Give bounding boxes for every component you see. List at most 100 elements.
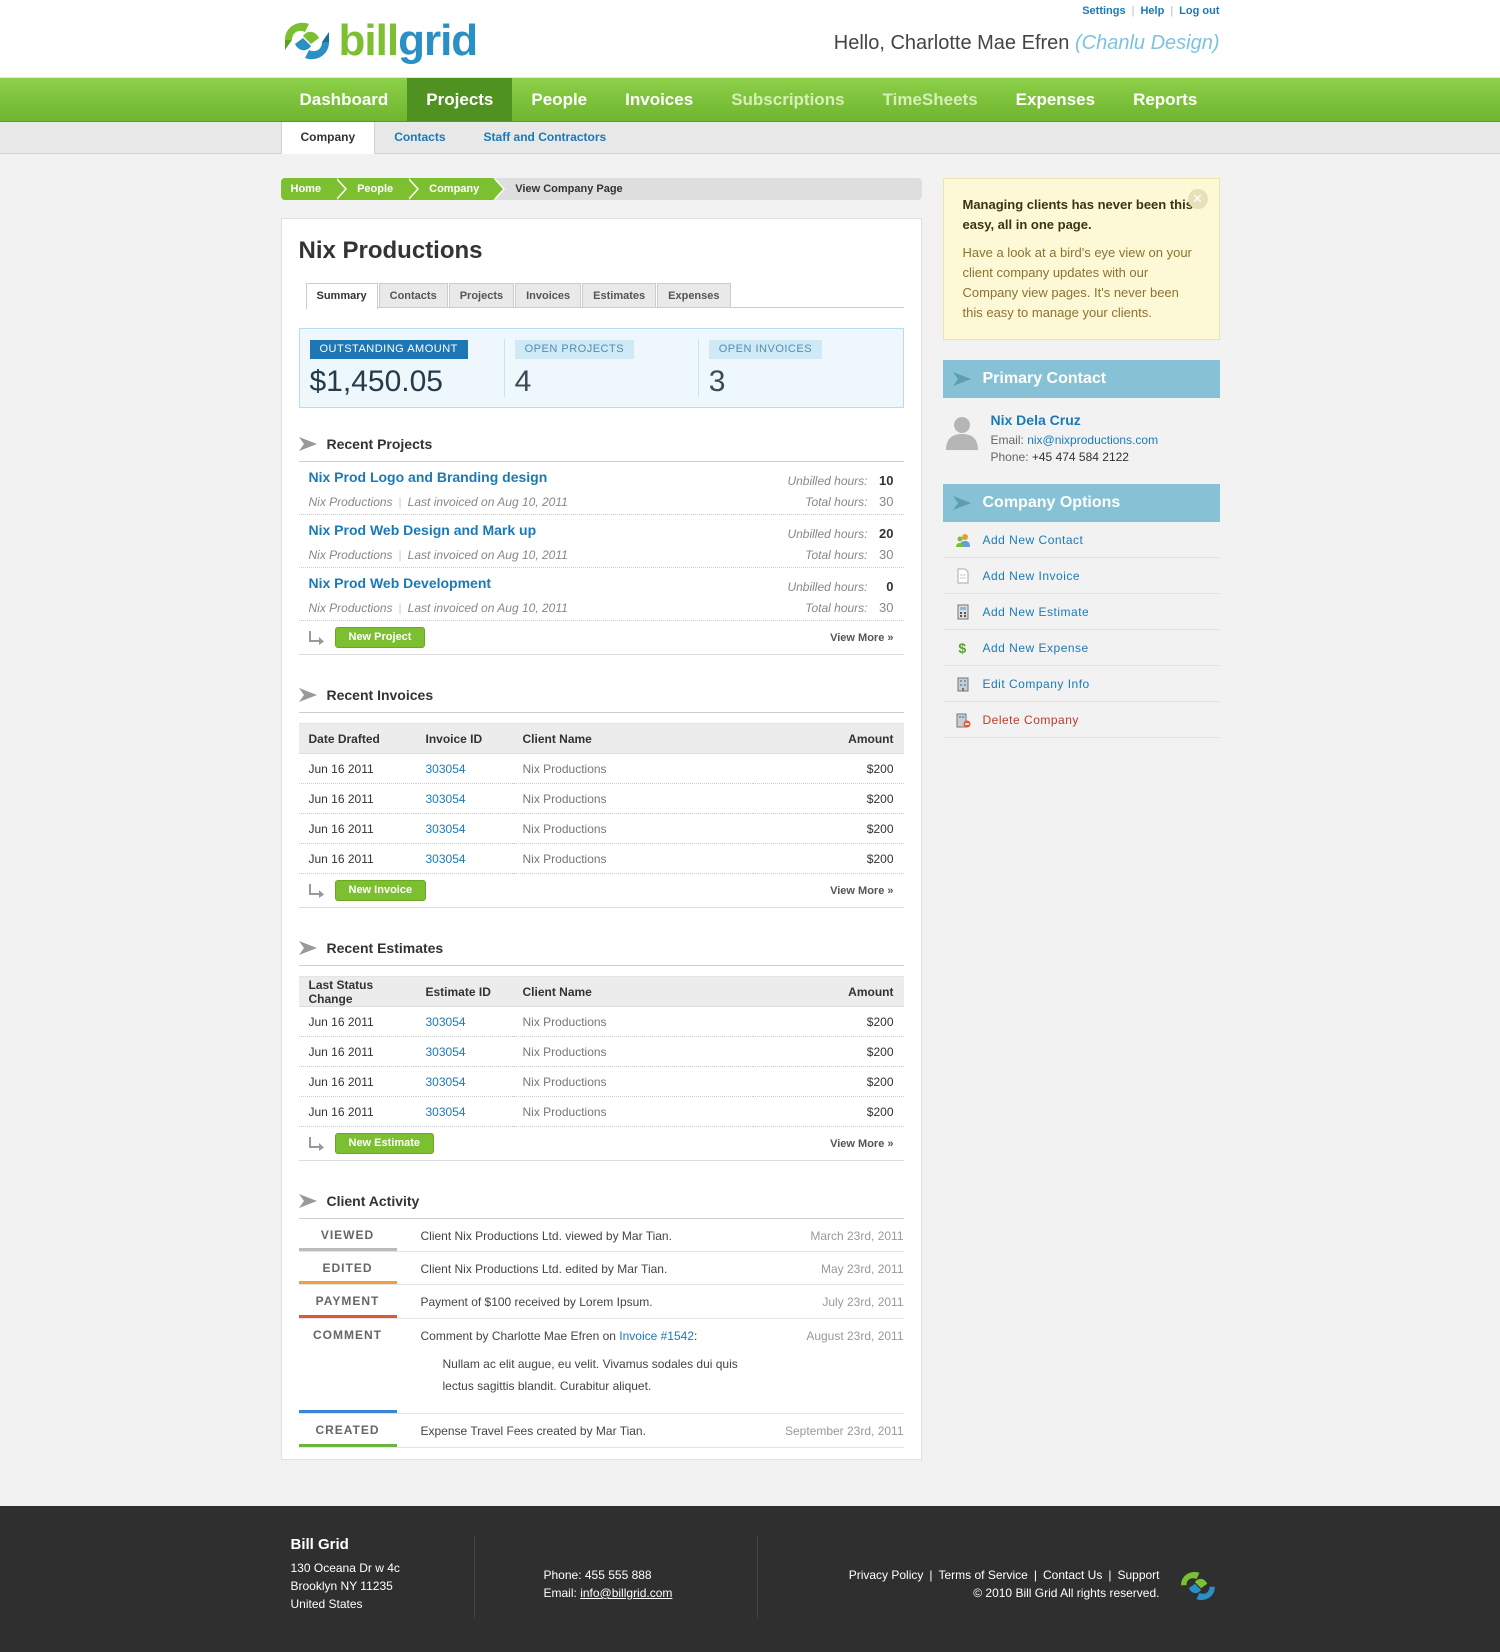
nav-reports[interactable]: Reports	[1114, 78, 1216, 121]
invoice-id-link[interactable]: 303054	[415, 783, 513, 814]
nav-dashboard[interactable]: Dashboard	[281, 78, 408, 121]
col-date-drafted[interactable]: Date Drafted	[298, 723, 416, 754]
table-header-row: Date Drafted Invoice ID Client Name Amou…	[298, 723, 904, 754]
logo[interactable]: billgrid	[281, 18, 478, 64]
add-new-invoice-link[interactable]: Add New Invoice	[942, 558, 1220, 594]
nav-expenses[interactable]: Expenses	[997, 78, 1114, 121]
table-row[interactable]: Jun 16 2011 303054 Nix Productions $200	[298, 783, 904, 814]
nav-people[interactable]: People	[512, 78, 606, 121]
separator: |	[1170, 5, 1174, 17]
nav-timesheets[interactable]: TimeSheets	[864, 78, 997, 121]
contact-email-link[interactable]: nix@nixproductions.com	[1027, 433, 1158, 447]
separator: |	[1131, 5, 1135, 17]
cell-client: Nix Productions	[512, 1036, 753, 1067]
invoice-id-link[interactable]: 303054	[415, 843, 513, 874]
subnav-staff-contractors[interactable]: Staff and Contractors	[465, 122, 626, 153]
subnav-company[interactable]: Company	[280, 122, 376, 154]
col-amount[interactable]: Amount	[752, 723, 904, 754]
help-link[interactable]: Help	[1140, 5, 1164, 17]
estimate-id-link[interactable]: 303054	[415, 1006, 513, 1037]
tab-invoices[interactable]: Invoices	[515, 283, 582, 307]
stat-open-invoices-label: OPEN INVOICES	[708, 340, 823, 359]
total-hours-label: Total hours:	[805, 547, 868, 562]
view-more-projects-link[interactable]: View More »	[830, 632, 893, 644]
project-link[interactable]: Nix Prod Web Development	[309, 575, 492, 591]
contact-name-link[interactable]: Nix Dela Cruz	[991, 412, 1081, 428]
edit-company-info-link[interactable]: Edit Company Info	[942, 666, 1220, 702]
stat-open-projects-value: 4	[514, 365, 532, 398]
support-link[interactable]: Support	[1117, 1568, 1159, 1582]
delete-building-icon	[956, 713, 970, 727]
invoice-id-link[interactable]: 303054	[415, 813, 513, 844]
col-client-name[interactable]: Client Name	[512, 976, 753, 1007]
view-more-invoices-link[interactable]: View More »	[830, 885, 893, 897]
table-row[interactable]: Jun 16 2011 303054 Nix Productions $200	[298, 843, 904, 874]
add-new-estimate-link[interactable]: Add New Estimate	[942, 594, 1220, 630]
building-icon	[957, 677, 968, 691]
tab-expenses[interactable]: Expenses	[657, 283, 731, 307]
activity-tag: COMMENT	[298, 1319, 397, 1413]
activity-date: September 23rd, 2011	[784, 1424, 904, 1438]
subnav-contacts[interactable]: Contacts	[375, 122, 464, 153]
delete-company-link[interactable]: Delete Company	[942, 702, 1220, 738]
company-panel: Nix Productions Summary Contacts Project…	[280, 218, 922, 1460]
separator: |	[398, 548, 402, 562]
col-invoice-id[interactable]: Invoice ID	[415, 723, 513, 754]
invoice-id-link[interactable]: 303054	[415, 753, 513, 784]
tab-contacts[interactable]: Contacts	[378, 283, 448, 307]
col-client-name[interactable]: Client Name	[512, 723, 753, 754]
footer-company-name: Bill Grid	[290, 1536, 349, 1553]
tab-estimates[interactable]: Estimates	[582, 283, 657, 307]
privacy-policy-link[interactable]: Privacy Policy	[849, 1568, 924, 1582]
view-more-estimates-link[interactable]: View More »	[830, 1138, 893, 1150]
table-row[interactable]: Jun 16 2011 303054 Nix Productions $200	[298, 1066, 904, 1097]
table-row[interactable]: Jun 16 2011 303054 Nix Productions $200	[298, 753, 904, 784]
estimates-actions: New Estimate View More »	[298, 1127, 904, 1161]
cell-date: Jun 16 2011	[298, 1096, 416, 1127]
calculator-icon	[957, 604, 968, 619]
table-row[interactable]: Jun 16 2011 303054 Nix Productions $200	[298, 1006, 904, 1037]
tip-body: Have a look at a bird's eye view on your…	[962, 245, 1192, 320]
col-amount[interactable]: Amount	[752, 976, 904, 1007]
col-estimate-id[interactable]: Estimate ID	[415, 976, 513, 1007]
new-estimate-button[interactable]: New Estimate	[334, 1133, 435, 1154]
logout-link[interactable]: Log out	[1179, 5, 1219, 17]
estimate-id-link[interactable]: 303054	[415, 1036, 513, 1067]
tab-summary[interactable]: Summary	[305, 283, 378, 309]
table-row[interactable]: Jun 16 2011 303054 Nix Productions $200	[298, 1036, 904, 1067]
new-invoice-button[interactable]: New Invoice	[334, 880, 427, 901]
activity-tag: PAYMENT	[298, 1285, 397, 1318]
estimate-id-link[interactable]: 303054	[415, 1096, 513, 1127]
terms-of-service-link[interactable]: Terms of Service	[939, 1568, 1028, 1582]
cell-amount: $200	[752, 843, 904, 874]
footer-email-link[interactable]: info@billgrid.com	[580, 1586, 672, 1600]
nav-subscriptions[interactable]: Subscriptions	[712, 78, 863, 121]
project-link[interactable]: Nix Prod Web Design and Mark up	[309, 522, 537, 538]
footer-contact: Phone: 455 555 888 Email: info@billgrid.…	[544, 1566, 673, 1602]
settings-link[interactable]: Settings	[1082, 5, 1125, 17]
top-links: Settings | Help | Log out	[1082, 5, 1219, 17]
nav-projects[interactable]: Projects	[407, 78, 513, 121]
invoice-link[interactable]: Invoice #1542	[619, 1329, 694, 1343]
table-row[interactable]: Jun 16 2011 303054 Nix Productions $200	[298, 1096, 904, 1127]
breadcrumb-company[interactable]: Company	[407, 178, 506, 200]
nav-invoices[interactable]: Invoices	[606, 78, 712, 121]
tab-projects[interactable]: Projects	[448, 283, 515, 307]
add-new-expense-link[interactable]: $ Add New Expense	[942, 630, 1220, 666]
contact-icon	[955, 533, 970, 547]
project-link[interactable]: Nix Prod Logo and Branding design	[309, 469, 548, 485]
table-row[interactable]: Jun 16 2011 303054 Nix Productions $200	[298, 813, 904, 844]
col-last-status-change[interactable]: Last Status Change	[298, 976, 416, 1007]
estimate-id-link[interactable]: 303054	[415, 1066, 513, 1097]
return-arrow-icon	[308, 630, 324, 645]
breadcrumb-home[interactable]: Home	[280, 178, 347, 200]
add-new-contact-link[interactable]: Add New Contact	[942, 522, 1220, 558]
contact-us-link[interactable]: Contact Us	[1043, 1568, 1102, 1582]
footer-email-label: Email:	[543, 1586, 581, 1600]
list-item: Nix Prod Logo and Branding design Nix Pr…	[298, 462, 904, 515]
company-options-title: Company Options	[982, 494, 1121, 511]
company-options-heading: Company Options	[942, 484, 1220, 522]
new-project-button[interactable]: New Project	[334, 627, 426, 648]
page-title: Nix Productions	[298, 237, 483, 264]
close-icon[interactable]: ✕	[1187, 189, 1208, 209]
